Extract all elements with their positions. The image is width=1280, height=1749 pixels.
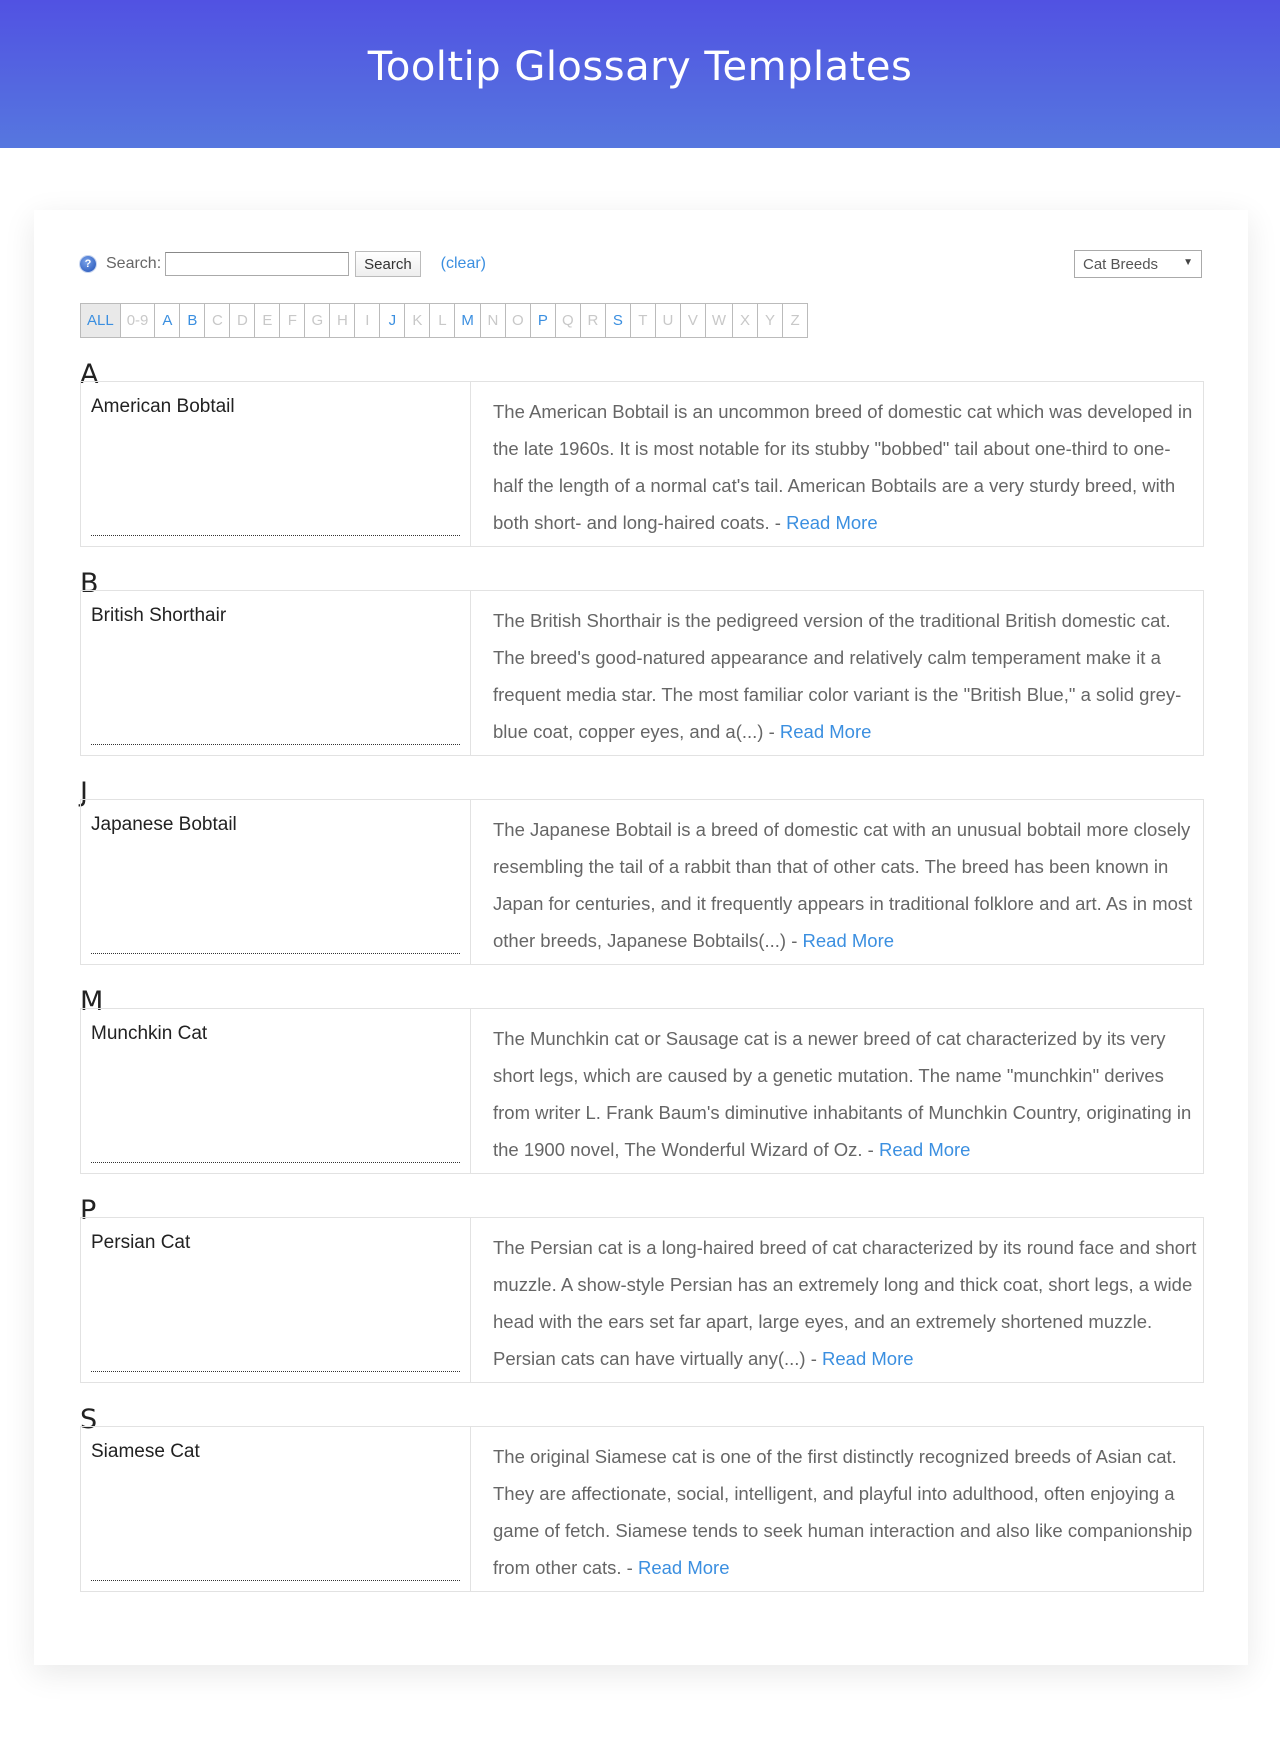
alphabet-filter-m[interactable]: M [455,304,481,337]
glossary-section: S Siamese Cat The original Siamese cat is … [80,1405,1204,1592]
tooltip-underline [91,744,460,745]
glossary-term[interactable]: American Bobtail [91,396,235,418]
alphabet-filter-e: E [255,304,281,337]
alphabet-filter-q: Q [556,304,581,337]
tooltip-underline [91,1371,460,1372]
glossary-section: P Persian Cat The Persian cat is a long-ha… [80,1196,1204,1383]
description-cell: The Munchkin cat or Sausage cat is a new… [471,1009,1203,1173]
category-select[interactable]: Cat Breeds ▼ [1074,250,1202,278]
search-input[interactable] [165,252,350,276]
alphabet-filter-v: V [681,304,706,337]
alphabet-filter-o: O [506,304,531,337]
description-cell: The Persian cat is a long-haired breed o… [471,1218,1203,1382]
read-more-link[interactable]: Read More [786,512,878,533]
alphabet-filter-f: F [280,304,306,337]
glossary-section: B British Shorthair The British Shorthair … [80,569,1204,756]
search-bar: ? Search: Search (clear) [80,250,486,278]
term-cell: Japanese Bobtail [81,800,471,964]
alphabet-filter-i: I [355,304,381,337]
page-header: Tooltip Glossary Templates [0,0,1280,148]
read-more-link[interactable]: Read More [822,1348,914,1369]
alphabet-filter-all[interactable]: ALL [81,304,121,337]
glossary-entry: Munchkin Cat The Munchkin cat or Sausage … [80,1008,1204,1174]
search-button[interactable]: Search [355,251,421,277]
alphabet-filter-g: G [305,304,331,337]
description-cell: The Japanese Bobtail is a breed of domes… [471,800,1203,964]
tooltip-underline [91,953,460,954]
search-label: Search: [106,255,162,272]
glossary-term[interactable]: Japanese Bobtail [91,814,237,836]
alphabet-filter-b[interactable]: B [180,304,206,337]
glossary-section: M Munchkin Cat The Munchkin cat or Sausage… [80,987,1204,1174]
alphabet-filter-a[interactable]: A [155,304,181,337]
alphabet-filter-t: T [631,304,656,337]
alphabet-filter-n: N [481,304,506,337]
description-cell: The British Shorthair is the pedigreed v… [471,591,1203,755]
term-cell: Persian Cat [81,1218,471,1382]
glossary-description: The original Siamese cat is one of the f… [493,1446,1193,1578]
glossary-entry: Siamese Cat The original Siamese cat is o… [80,1426,1204,1592]
alphabet-filter-z: Z [783,304,809,337]
glossary-card: ? Search: Search (clear) Cat Breeds ▼ AL… [34,210,1248,1665]
glossary-entry: British Shorthair The British Shorthair i… [80,590,1204,756]
alphabet-filter-k: K [405,304,431,337]
glossary-term[interactable]: Siamese Cat [91,1441,200,1463]
glossary-section: A American Bobtail The American Bobtail is… [80,360,1204,547]
alphabet-filter-u: U [656,304,681,337]
read-more-link[interactable]: Read More [780,721,872,742]
alphabet-filter-x: X [733,304,759,337]
alphabet-filter-d: D [230,304,256,337]
chevron-down-icon: ▼ [1183,257,1193,268]
page-title: Tooltip Glossary Templates [367,44,913,90]
alphabet-filter-r: R [581,304,606,337]
alphabet-filter-0-9: 0-9 [121,304,156,337]
term-cell: Siamese Cat [81,1427,471,1591]
glossary-entry: Persian Cat The Persian cat is a long-hai… [80,1217,1204,1383]
read-more-link[interactable]: Read More [803,930,895,951]
glossary-term[interactable]: British Shorthair [91,605,226,627]
glossary-entry: Japanese Bobtail The Japanese Bobtail is … [80,799,1204,965]
help-question-icon[interactable]: ? [80,256,96,272]
description-cell: The original Siamese cat is one of the f… [471,1427,1203,1591]
read-more-link[interactable]: Read More [879,1139,971,1160]
glossary-term[interactable]: Munchkin Cat [91,1023,207,1045]
alphabet-filter-y: Y [758,304,784,337]
alphabet-filter-p[interactable]: P [531,304,556,337]
glossary-section: J Japanese Bobtail The Japanese Bobtail is… [80,778,1204,965]
term-cell: Munchkin Cat [81,1009,471,1173]
tooltip-underline [91,1580,460,1581]
alphabet-filter: ALL 0-9 A B C D E F G H I J K L M N O P Q R S T U V W X Y Z [80,303,809,338]
tooltip-underline [91,535,460,536]
glossary-description: The Munchkin cat or Sausage cat is a new… [493,1028,1192,1160]
glossary-term[interactable]: Persian Cat [91,1232,190,1254]
read-more-link[interactable]: Read More [638,1557,730,1578]
term-cell: American Bobtail [81,382,471,546]
tooltip-underline [91,1162,460,1163]
alphabet-filter-c: C [205,304,231,337]
description-cell: The American Bobtail is an uncommon bree… [471,382,1203,546]
glossary-entry: American Bobtail The American Bobtail is … [80,381,1204,547]
clear-link[interactable]: (clear) [441,255,486,273]
alphabet-filter-l: L [430,304,456,337]
category-select-value: Cat Breeds [1083,255,1159,273]
alphabet-filter-h: H [330,304,356,337]
alphabet-filter-w: W [706,304,734,337]
alphabet-filter-j[interactable]: J [380,304,406,337]
term-cell: British Shorthair [81,591,471,755]
alphabet-filter-s[interactable]: S [606,304,631,337]
